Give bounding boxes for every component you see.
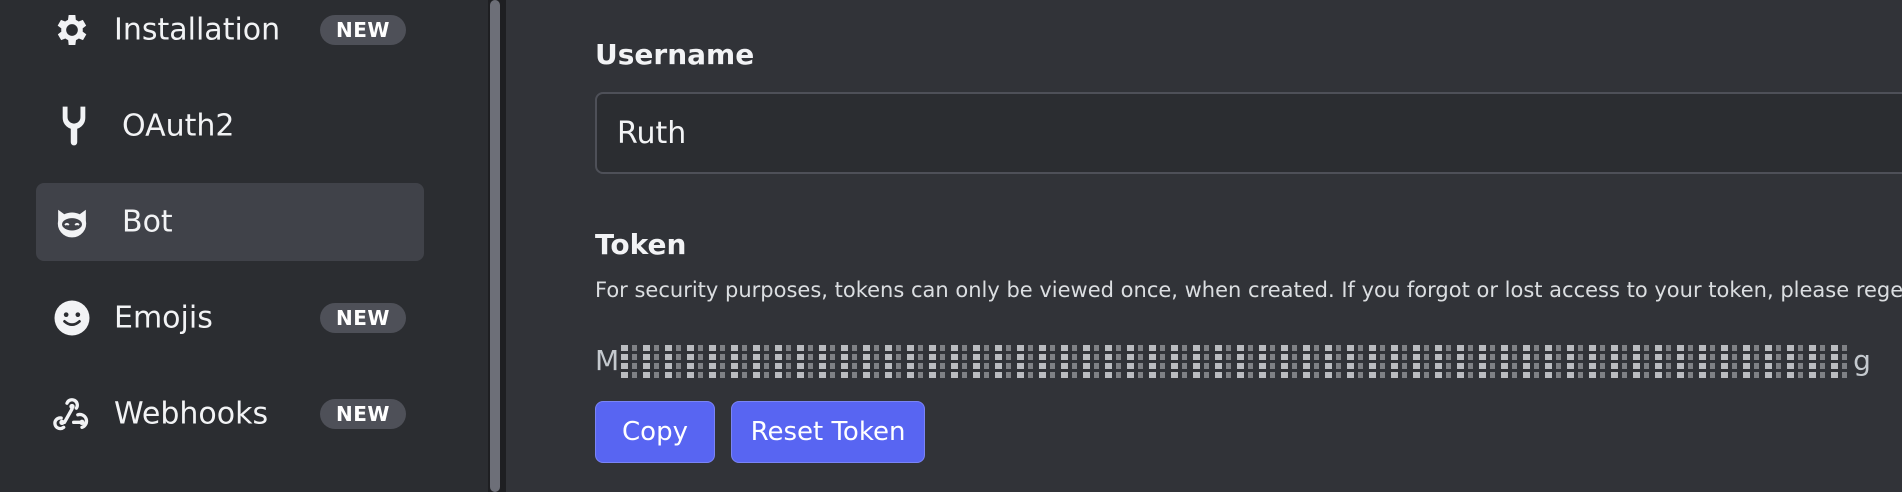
token-description: For security purposes, tokens can only b… <box>595 278 1902 302</box>
app-root: Installation NEW OAuth2 Bot Emojis NEW W… <box>0 0 1902 492</box>
token-redacted <box>621 342 1852 378</box>
sidebar-item-oauth2[interactable]: OAuth2 <box>36 87 424 165</box>
sidebar-item-installation[interactable]: Installation NEW <box>36 0 424 69</box>
username-input[interactable] <box>595 92 1902 174</box>
username-label: Username <box>595 38 755 71</box>
new-badge: NEW <box>320 303 406 333</box>
sidebar-item-webhooks[interactable]: Webhooks NEW <box>36 375 424 453</box>
gear-icon <box>52 10 92 50</box>
sidebar-item-label: Emojis <box>114 300 213 336</box>
smiley-icon <box>52 298 92 338</box>
main-content: Username Token For security purposes, to… <box>506 0 1902 492</box>
token-suffix: g <box>1853 343 1871 377</box>
reset-token-button[interactable]: Reset Token <box>731 401 925 463</box>
copy-button[interactable]: Copy <box>595 401 715 463</box>
token-label: Token <box>595 228 687 261</box>
sidebar-item-bot[interactable]: Bot <box>36 183 424 261</box>
sidebar-item-label: Webhooks <box>114 396 269 432</box>
sidebar-item-label: OAuth2 <box>122 108 235 144</box>
webhook-icon <box>52 394 92 434</box>
bot-icon <box>52 202 92 242</box>
sidebar-item-label: Installation <box>114 12 281 48</box>
sidebar-item-label: Bot <box>122 204 173 240</box>
token-prefix: M <box>595 343 620 377</box>
new-badge: NEW <box>320 15 406 45</box>
token-value: M g <box>595 340 1871 380</box>
new-badge: NEW <box>320 399 406 429</box>
wrench-icon <box>54 106 94 146</box>
sidebar: Installation NEW OAuth2 Bot Emojis NEW W… <box>0 0 488 492</box>
sidebar-scrollbar-thumb[interactable] <box>490 0 500 492</box>
sidebar-item-emojis[interactable]: Emojis NEW <box>36 279 424 357</box>
